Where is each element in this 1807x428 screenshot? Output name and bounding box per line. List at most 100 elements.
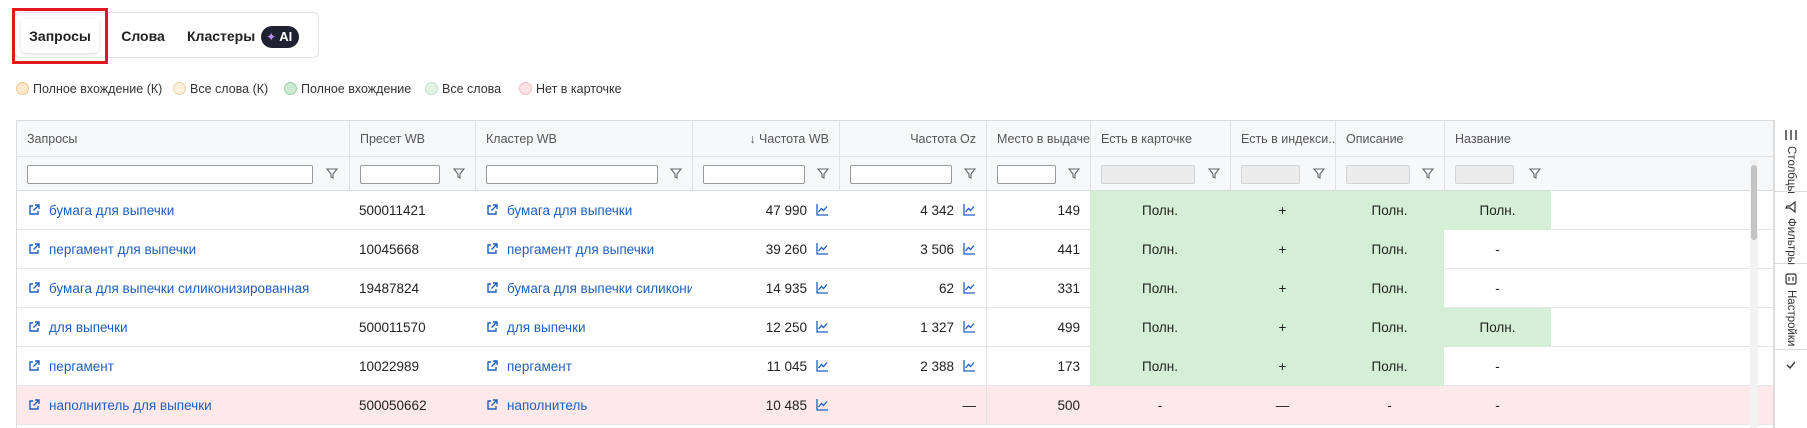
columns-panel-button[interactable]: Столбцы	[1775, 120, 1807, 194]
cluster-link[interactable]: для выпечки	[485, 320, 586, 335]
column-header-queries[interactable]: Запросы	[17, 121, 349, 157]
external-link-icon[interactable]	[485, 193, 499, 215]
scrollbar-thumb[interactable]	[1751, 165, 1757, 240]
table-row[interactable]: для выпечки 500011570 для выпечки 12 250 1 3…	[17, 308, 1773, 347]
freq-oz-value: 4 342	[920, 203, 954, 218]
settings-panel-button[interactable]: Настройки	[1775, 264, 1807, 350]
legend-item: Нет в карточке	[519, 80, 622, 98]
external-link-icon[interactable]	[27, 310, 41, 332]
filter-icon[interactable]	[816, 166, 830, 180]
in-index-cell: +	[1230, 191, 1335, 230]
filter-icon[interactable]	[325, 166, 339, 180]
preset-cell: 500011570	[349, 308, 475, 347]
table-row[interactable]: пергамент 10022989 пергамент 11 045 2 388 173…	[17, 347, 1773, 386]
external-link-icon[interactable]	[27, 349, 41, 371]
filter-input-preset[interactable]	[360, 165, 440, 184]
query-link[interactable]: пергамент	[27, 359, 114, 374]
filters-panel-button[interactable]: Фильтры	[1775, 192, 1807, 265]
column-header-cluster[interactable]: Кластер WB	[475, 121, 692, 157]
cluster-text: для выпечки	[507, 320, 586, 335]
query-text: наполнитель для выпечки	[49, 398, 212, 413]
trend-chart-icon[interactable]	[815, 193, 829, 216]
preset-cell: 500050662	[349, 386, 475, 425]
filter-icon[interactable]	[669, 166, 683, 180]
table-row[interactable]: наполнитель для выпечки 500050662 наполнит…	[17, 386, 1773, 425]
external-link-icon[interactable]	[485, 232, 499, 254]
external-link-icon[interactable]	[27, 232, 41, 254]
name-cell: Полн.	[1444, 191, 1551, 230]
filter-icon[interactable]	[1312, 166, 1326, 180]
name-cell: -	[1444, 347, 1551, 386]
trend-chart-icon[interactable]	[962, 310, 976, 333]
query-link[interactable]: бумага для выпечки	[27, 203, 174, 218]
trend-chart-icon[interactable]	[962, 349, 976, 372]
description-value: Полн.	[1371, 320, 1408, 335]
filter-input-place[interactable]	[997, 165, 1056, 184]
filter-icon[interactable]	[1207, 166, 1221, 180]
in-index-cell: +	[1230, 230, 1335, 269]
tab-queries[interactable]: Запросы	[21, 19, 99, 53]
column-header-name[interactable]: Название	[1444, 121, 1551, 157]
trend-chart-icon[interactable]	[815, 388, 829, 411]
freq-wb-cell: 47 990	[692, 191, 839, 230]
filter-icon[interactable]	[963, 166, 977, 180]
column-header-in-card[interactable]: Есть в карточке	[1090, 121, 1230, 157]
ai-badge: ✦ AI	[261, 26, 300, 49]
query-link[interactable]: наполнитель для выпечки	[27, 398, 212, 413]
query-link[interactable]: для выпечки	[27, 320, 128, 335]
column-header-freq-wb[interactable]: ↓ Частота WB	[692, 121, 839, 157]
column-header-freq-oz[interactable]: Частота Oz	[839, 121, 986, 157]
trend-chart-icon[interactable]	[962, 232, 976, 255]
external-link-icon[interactable]	[27, 271, 41, 293]
description-value: Полн.	[1371, 242, 1408, 257]
filter-icon[interactable]	[1067, 166, 1081, 180]
external-link-icon[interactable]	[485, 310, 499, 332]
filter-input-freq-oz[interactable]	[850, 165, 952, 184]
trend-chart-icon[interactable]	[815, 349, 829, 372]
query-text: бумага для выпечки	[49, 203, 175, 218]
confirm-button[interactable]	[1775, 350, 1807, 380]
trend-chart-icon[interactable]	[962, 271, 976, 294]
table-row[interactable]: бумага для выпечки 500011421 бумага для вы…	[17, 191, 1773, 230]
column-header-place[interactable]: Место в выдаче	[986, 121, 1090, 157]
freq-wb-cell: 39 260	[692, 230, 839, 269]
cluster-cell: для выпечки	[475, 308, 692, 347]
query-link[interactable]: пергамент для выпечки	[27, 242, 196, 257]
description-cell: Полн.	[1335, 191, 1444, 230]
filter-cell-name	[1444, 157, 1551, 191]
in-index-value: +	[1278, 320, 1287, 335]
filter-input-freq-wb[interactable]	[703, 165, 805, 184]
external-link-icon[interactable]	[485, 271, 499, 293]
cluster-link[interactable]: пергамент для выпечки	[485, 242, 654, 257]
table-row[interactable]: пергамент для выпечки 10045668 пергамент д…	[17, 230, 1773, 269]
table-row[interactable]: бумага для выпечки силиконизированная 194…	[17, 269, 1773, 308]
external-link-icon[interactable]	[485, 388, 499, 410]
cluster-link[interactable]: наполнитель	[485, 398, 587, 413]
filter-icon[interactable]	[1421, 166, 1435, 180]
column-header-in-index[interactable]: Есть в индекси...	[1230, 121, 1335, 157]
ai-badge-label: AI	[279, 29, 293, 45]
tab-clusters[interactable]: Кластеры ✦ AI	[187, 19, 312, 53]
cluster-link[interactable]: бумага для выпечки силиконизированная	[485, 281, 692, 296]
query-link[interactable]: бумага для выпечки силиконизированная	[27, 281, 309, 296]
external-link-icon[interactable]	[485, 349, 499, 371]
trend-chart-icon[interactable]	[962, 193, 976, 216]
place-cell: 149	[986, 191, 1090, 230]
filter-icon[interactable]	[452, 166, 466, 180]
filter-input-queries[interactable]	[27, 165, 313, 184]
filter-input-cluster[interactable]	[486, 165, 658, 184]
trend-chart-icon[interactable]	[815, 271, 829, 294]
in-index-value: +	[1278, 203, 1287, 218]
cluster-link[interactable]: пергамент	[485, 359, 572, 374]
column-header-preset[interactable]: Пресет WB	[349, 121, 475, 157]
trend-chart-icon[interactable]	[815, 310, 829, 333]
cluster-link[interactable]: бумага для выпечки	[485, 203, 632, 218]
column-header-description[interactable]: Описание	[1335, 121, 1444, 157]
trend-chart-icon[interactable]	[815, 232, 829, 255]
description-value: Полн.	[1371, 281, 1408, 296]
external-link-icon[interactable]	[27, 388, 41, 410]
freq-oz-value: 2 388	[920, 359, 954, 374]
tab-words[interactable]: Слова	[115, 19, 171, 53]
external-link-icon[interactable]	[27, 193, 41, 215]
filter-icon[interactable]	[1528, 166, 1542, 180]
